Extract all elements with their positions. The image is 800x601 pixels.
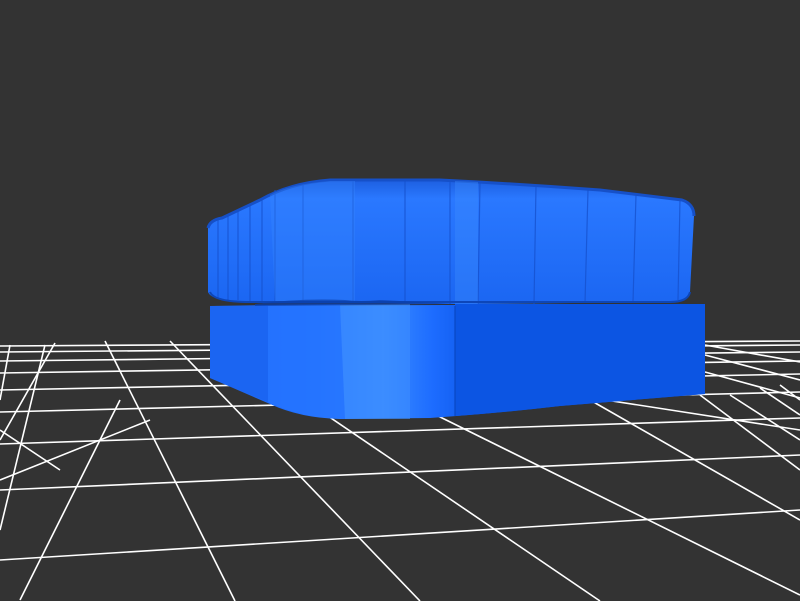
base-corner-highlight [268,304,345,419]
grid-line [589,399,800,521]
grid-line [0,454,800,491]
3d-model-top[interactable] [206,178,696,305]
grid-line [729,394,800,441]
grid-line [0,419,151,481]
grid-line [0,417,800,445]
grid-line [0,429,61,471]
grid-line [19,399,121,601]
base-right-face [455,304,705,416]
base-left-face [210,305,268,402]
grid-line [429,411,800,596]
3d-viewport[interactable] [0,0,800,601]
scene-canvas[interactable] [0,0,800,601]
3d-model-base[interactable] [210,304,705,419]
